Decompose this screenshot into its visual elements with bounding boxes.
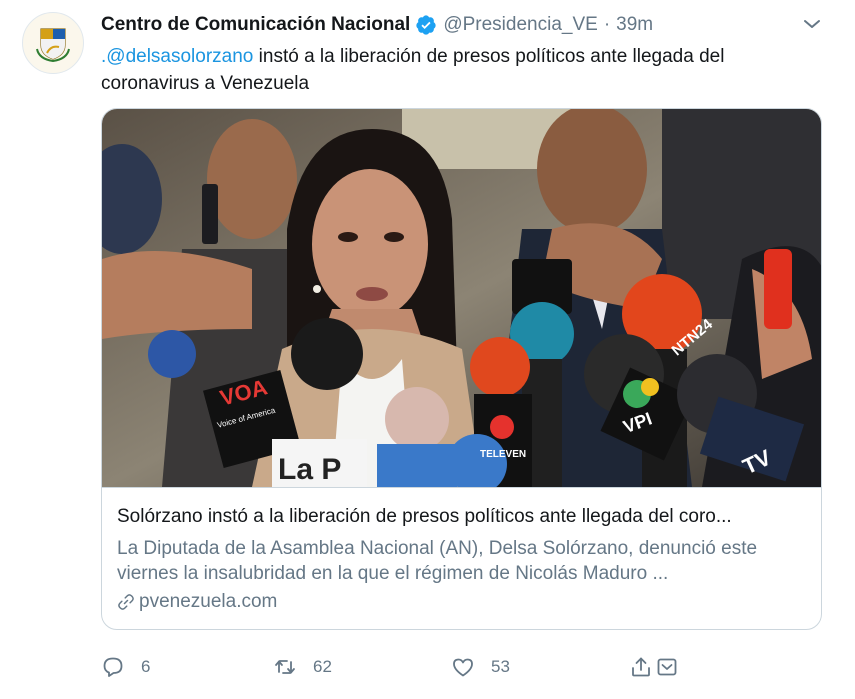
- like-count: 53: [491, 657, 510, 676]
- reply-button[interactable]: 6: [101, 652, 150, 682]
- retweet-button[interactable]: 62: [273, 652, 332, 682]
- lapatilla-label: La P: [278, 453, 341, 486]
- retweet-icon: [275, 660, 295, 674]
- tweet-actions: 6 62 53: [101, 652, 821, 682]
- tweet[interactable]: Centro de Comunicación Nacional @Preside…: [0, 0, 855, 699]
- like-button[interactable]: 53: [451, 652, 510, 682]
- card-domain-text: pvenezuela.com: [139, 591, 278, 612]
- card-title: Solórzano instó a la liberación de preso…: [117, 506, 732, 527]
- card-image: VOA Voice of America La P TELEVEN VPI NT…: [102, 109, 821, 487]
- chevron-down-icon[interactable]: [800, 12, 824, 36]
- share-button[interactable]: [629, 652, 679, 682]
- display-name[interactable]: Centro de Comunicación Nacional: [101, 14, 410, 36]
- mention-link[interactable]: .@delsasolorzano: [101, 46, 253, 67]
- reply-icon: [103, 657, 123, 677]
- link-icon: [118, 594, 134, 610]
- user-handle[interactable]: @Presidencia_VE: [443, 14, 597, 36]
- verified-badge-icon: [416, 15, 436, 35]
- like-icon: [453, 658, 473, 677]
- avatar[interactable]: [22, 12, 84, 74]
- tweet-text: .@delsasolorzano instó a la liberación d…: [101, 43, 821, 97]
- reply-count: 6: [141, 657, 151, 676]
- separator-dot: ·: [603, 14, 611, 35]
- televen-label: TELEVEN: [480, 449, 526, 460]
- card-description: La Diputada de la Asamblea Nacional (AN)…: [117, 538, 758, 584]
- timestamp[interactable]: 39m: [616, 14, 653, 36]
- direct-message-icon: [657, 658, 677, 676]
- link-card[interactable]: VOA Voice of America La P TELEVEN VPI NT…: [101, 108, 822, 630]
- retweet-count: 62: [313, 657, 332, 676]
- card-domain: pvenezuela.com: [117, 590, 277, 614]
- share-icon: [632, 657, 650, 677]
- card-body[interactable]: Solórzano instó a la liberación de preso…: [102, 487, 821, 629]
- venezuela-coat-of-arms-icon: [36, 28, 70, 63]
- tweet-header: Centro de Comunicación Nacional @Preside…: [101, 12, 653, 38]
